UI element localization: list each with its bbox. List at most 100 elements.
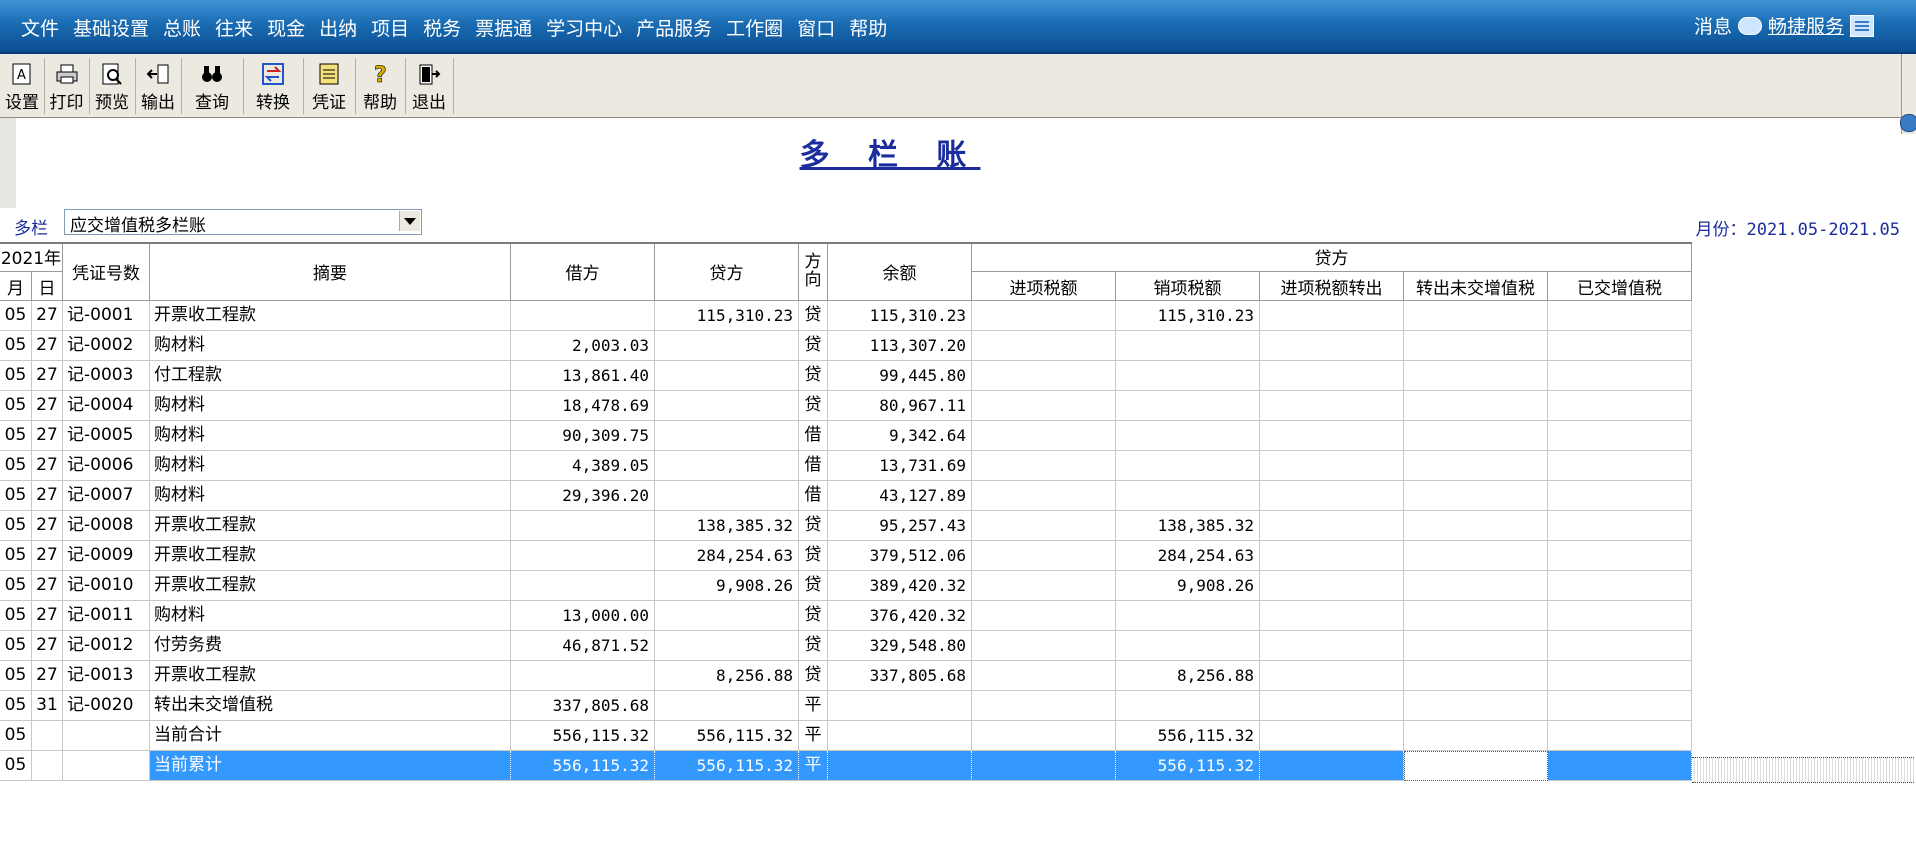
cell-c3[interactable]: [1260, 421, 1404, 451]
cell-c5[interactable]: [1548, 541, 1692, 571]
cell-v[interactable]: 记-0013: [63, 661, 150, 691]
cell-bal[interactable]: 115,310.23: [828, 301, 972, 331]
vertical-scrollbar[interactable]: [1900, 54, 1916, 134]
menu-item[interactable]: 现金: [260, 14, 312, 41]
cell-c2[interactable]: 9,908.26: [1116, 571, 1260, 601]
table-row[interactable]: 05 27 记-0005 购材料 90,309.75 借 9,342.64: [0, 421, 1692, 451]
service-icon[interactable]: [1850, 14, 1874, 37]
menu-item[interactable]: 帮助: [842, 14, 894, 41]
cell-m[interactable]: 05: [0, 331, 32, 361]
cell-c5[interactable]: [1548, 661, 1692, 691]
cell-v[interactable]: 记-0010: [63, 571, 150, 601]
cell-debit[interactable]: 13,861.40: [511, 361, 655, 391]
cell-credit[interactable]: [655, 691, 799, 721]
cell-c5[interactable]: [1548, 481, 1692, 511]
cell-d[interactable]: [32, 751, 63, 781]
table-row[interactable]: 05 27 记-0013 开票收工程款 8,256.88 贷 337,805.68 8,256…: [0, 661, 1692, 691]
cell-c4[interactable]: [1404, 721, 1548, 751]
menu-item[interactable]: 项目: [364, 14, 416, 41]
cell-m[interactable]: 05: [0, 661, 32, 691]
cell-c2[interactable]: [1116, 481, 1260, 511]
cell-dir[interactable]: 借: [799, 481, 828, 511]
cell-c5[interactable]: [1548, 391, 1692, 421]
cell-c4[interactable]: [1404, 481, 1548, 511]
cell-debit[interactable]: 18,478.69: [511, 391, 655, 421]
table-row[interactable]: 05 27 记-0009 开票收工程款 284,254.63 贷 379,512.06 284…: [0, 541, 1692, 571]
cell-d[interactable]: 27: [32, 331, 63, 361]
cell-v[interactable]: 记-0006: [63, 451, 150, 481]
cell-bal[interactable]: 95,257.43: [828, 511, 972, 541]
table-row[interactable]: 05 27 记-0008 开票收工程款 138,385.32 贷 95,257.43 138,…: [0, 511, 1692, 541]
cell-d[interactable]: [32, 721, 63, 751]
cell-bal[interactable]: [828, 691, 972, 721]
cell-debit[interactable]: 4,389.05: [511, 451, 655, 481]
cell-dir[interactable]: 贷: [799, 361, 828, 391]
cell-m[interactable]: 05: [0, 631, 32, 661]
cell-credit[interactable]: [655, 631, 799, 661]
cell-c5[interactable]: [1548, 691, 1692, 721]
cell-c1[interactable]: [972, 721, 1116, 751]
cell-c4[interactable]: [1404, 331, 1548, 361]
cell-bal[interactable]: 99,445.80: [828, 361, 972, 391]
cell-dir[interactable]: 贷: [799, 511, 828, 541]
cell-debit[interactable]: 337,805.68: [511, 691, 655, 721]
cell-c4[interactable]: [1404, 541, 1548, 571]
cell-c1[interactable]: [972, 751, 1116, 781]
toolbar-button-8[interactable]: ? 帮助: [355, 58, 406, 114]
cell-c2[interactable]: 138,385.32: [1116, 511, 1260, 541]
cell-dir[interactable]: 贷: [799, 391, 828, 421]
cell-v[interactable]: 记-0001: [63, 301, 150, 331]
cell-m[interactable]: 05: [0, 301, 32, 331]
table-row[interactable]: 05 27 记-0002 购材料 2,003.03 贷 113,307.20: [0, 331, 1692, 361]
cell-c5[interactable]: [1548, 511, 1692, 541]
cell-d[interactable]: 31: [32, 691, 63, 721]
cell-c2[interactable]: 556,115.32: [1116, 751, 1260, 781]
cell-s[interactable]: 购材料: [150, 421, 511, 451]
table-row[interactable]: 05 27 记-0012 付劳务费 46,871.52 贷 329,548.80: [0, 631, 1692, 661]
cell-c4[interactable]: [1404, 361, 1548, 391]
cell-credit[interactable]: 115,310.23: [655, 301, 799, 331]
cell-debit[interactable]: [511, 301, 655, 331]
cell-c4[interactable]: [1404, 691, 1548, 721]
cell-credit[interactable]: 556,115.32: [655, 721, 799, 751]
cell-dir[interactable]: 平: [799, 691, 828, 721]
cell-s[interactable]: 开票收工程款: [150, 661, 511, 691]
menu-item[interactable]: 产品服务: [629, 14, 719, 41]
cell-c2[interactable]: [1116, 361, 1260, 391]
menu-item[interactable]: 票据通: [468, 14, 539, 41]
cell-m[interactable]: 05: [0, 691, 32, 721]
cell-c5[interactable]: [1548, 751, 1692, 781]
cell-c1[interactable]: [972, 541, 1116, 571]
menu-item[interactable]: 文件: [14, 14, 66, 41]
cell-dir[interactable]: 平: [799, 721, 828, 751]
menu-item[interactable]: 学习中心: [539, 14, 629, 41]
cell-s[interactable]: 转出未交增值税: [150, 691, 511, 721]
cell-d[interactable]: 27: [32, 631, 63, 661]
cell-c5[interactable]: [1548, 451, 1692, 481]
cell-c1[interactable]: [972, 481, 1116, 511]
toolbar-button-9[interactable]: 退出: [405, 58, 454, 114]
cell-dir[interactable]: 贷: [799, 571, 828, 601]
cell-c3[interactable]: [1260, 301, 1404, 331]
cell-bal[interactable]: 376,420.32: [828, 601, 972, 631]
cell-dir[interactable]: 贷: [799, 301, 828, 331]
cell-c3[interactable]: [1260, 751, 1404, 781]
cell-d[interactable]: 27: [32, 481, 63, 511]
cell-c1[interactable]: [972, 661, 1116, 691]
cell-c2[interactable]: [1116, 421, 1260, 451]
cell-s[interactable]: 付工程款: [150, 361, 511, 391]
cell-c2[interactable]: [1116, 331, 1260, 361]
cell-s[interactable]: 开票收工程款: [150, 571, 511, 601]
cell-dir[interactable]: 贷: [799, 541, 828, 571]
cell-m[interactable]: 05: [0, 571, 32, 601]
menu-item[interactable]: 工作圈: [719, 14, 790, 41]
cell-c4[interactable]: [1404, 511, 1548, 541]
cell-c5[interactable]: [1548, 601, 1692, 631]
cell-credit[interactable]: [655, 331, 799, 361]
table-row[interactable]: 05 27 记-0010 开票收工程款 9,908.26 贷 389,420.32 9,908…: [0, 571, 1692, 601]
toolbar-button-6[interactable]: 转换: [243, 58, 304, 114]
message-link[interactable]: 消息: [1694, 12, 1732, 39]
cell-debit[interactable]: 29,396.20: [511, 481, 655, 511]
cell-s[interactable]: 开票收工程款: [150, 541, 511, 571]
cell-bal[interactable]: [828, 721, 972, 751]
